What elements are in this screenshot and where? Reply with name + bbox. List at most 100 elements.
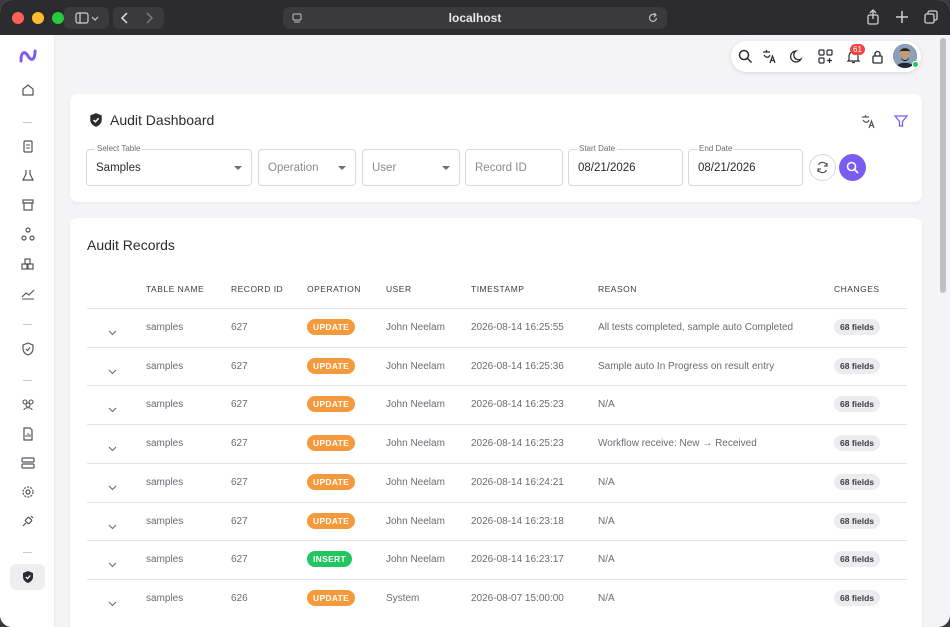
window-controls <box>12 11 64 24</box>
table-row[interactable]: samples 627 UPDATE John Neelam 2026-08-14 16… <box>87 462 907 502</box>
sidebar-toggle-button[interactable] <box>64 7 109 29</box>
card-actions <box>861 114 908 129</box>
user-placeholder: User <box>372 162 397 174</box>
chevron-down-icon[interactable] <box>108 478 117 496</box>
audit-records-card: Audit Records TABLE NAME RECORD ID OPERA… <box>70 218 922 627</box>
sidebar-item-users[interactable] <box>10 391 45 417</box>
start-date-input[interactable]: Start Date 08/21/2026 <box>568 144 683 186</box>
reload-icon[interactable] <box>647 12 659 24</box>
changes-badge[interactable]: 68 fields <box>834 473 881 490</box>
changes-badge[interactable]: 68 fields <box>834 357 881 374</box>
table-name-cell: samples <box>146 476 184 488</box>
end-date-input[interactable]: End Date 08/21/2026 <box>688 144 803 186</box>
table-name-cell: samples <box>146 554 184 566</box>
record-id-input[interactable]: Record ID <box>465 149 563 186</box>
share-icon[interactable] <box>866 9 880 25</box>
translate-icon[interactable] <box>861 114 876 129</box>
user-select[interactable]: User <box>362 149 460 186</box>
user-cell: John Neelam <box>386 554 445 566</box>
table-row[interactable]: samples 627 UPDATE John Neelam 2026-08-14 16… <box>87 424 907 463</box>
sidebar-item-settings[interactable] <box>10 479 45 505</box>
changes-badge[interactable]: 68 fields <box>834 435 881 452</box>
chevron-down-icon[interactable] <box>108 400 117 418</box>
user-cell: John Neelam <box>386 399 445 411</box>
table-row[interactable]: samples 627 UPDATE John Neelam 2026-08-14 16… <box>87 346 907 386</box>
address-bar[interactable]: localhost <box>283 7 667 29</box>
sidebar-item-quality[interactable] <box>10 336 45 362</box>
nodes-icon <box>20 227 35 241</box>
chevron-down-icon[interactable] <box>108 439 117 457</box>
column-header[interactable]: TIMESTAMP <box>471 284 524 294</box>
back-icon[interactable] <box>119 12 139 24</box>
table-row[interactable]: samples 627 UPDATE John Neelam 2026-08-14 16… <box>87 308 907 347</box>
sidebar-item-analytics[interactable] <box>10 280 45 306</box>
reason-cell: Workflow receive: New → Received <box>598 438 757 450</box>
operation-badge: UPDATE <box>307 319 356 335</box>
changes-badge[interactable]: 68 fields <box>834 551 881 568</box>
user-cell: John Neelam <box>386 438 445 450</box>
sidebar-item-home[interactable] <box>10 77 45 103</box>
column-header[interactable]: CHANGES <box>834 284 880 294</box>
table-row[interactable]: samples 627 INSERT John Neelam 2026-08-14 16… <box>87 540 907 579</box>
table-row[interactable]: samples 627 UPDATE John Neelam 2026-08-14 16… <box>87 385 907 424</box>
tabs-overview-icon[interactable] <box>924 9 938 25</box>
sidebar-item-tasks[interactable] <box>10 133 45 159</box>
record-id-cell: 627 <box>231 476 248 488</box>
scrollbar[interactable] <box>940 38 946 293</box>
minimize-window-button[interactable] <box>32 11 44 24</box>
app-logo[interactable] <box>10 43 45 69</box>
theme-toggle-button[interactable] <box>789 48 805 64</box>
site-icon <box>292 13 302 23</box>
apps-button[interactable] <box>817 48 833 64</box>
clipboard-icon <box>22 140 33 153</box>
column-header[interactable]: USER <box>386 284 412 294</box>
reason-cell: N/A <box>598 399 615 411</box>
record-id-cell: 627 <box>231 399 248 411</box>
sidebar-item-inventory[interactable] <box>10 251 45 277</box>
table-row[interactable]: samples 626 UPDATE System 2026-08-07 15:00:0… <box>87 578 907 618</box>
search-button[interactable] <box>839 154 866 181</box>
chevron-down-icon[interactable] <box>108 517 117 535</box>
archive-icon <box>21 199 34 211</box>
table-row[interactable]: samples 627 UPDATE John Neelam 2026-08-14 16… <box>87 501 907 541</box>
column-header[interactable]: OPERATION <box>307 284 361 294</box>
sidebar-item-reports[interactable] <box>10 421 45 447</box>
page-title: Audit Dashboard <box>110 112 215 128</box>
gear-icon <box>21 486 34 498</box>
refresh-button[interactable] <box>809 154 836 181</box>
sidebar-item-audit[interactable] <box>10 564 45 590</box>
chevron-down-icon <box>338 166 346 170</box>
chevron-down-icon[interactable] <box>108 362 117 380</box>
chevron-down-icon[interactable] <box>108 594 117 612</box>
shield-check-icon <box>90 113 102 127</box>
operation-placeholder: Operation <box>268 162 319 174</box>
column-header[interactable]: REASON <box>598 284 637 294</box>
language-button[interactable] <box>761 48 777 64</box>
new-tab-icon[interactable] <box>895 9 909 25</box>
chevron-down-icon[interactable] <box>108 323 117 341</box>
sidebar-item-archive[interactable] <box>10 192 45 218</box>
changes-badge[interactable]: 68 fields <box>834 319 881 335</box>
maximize-window-button[interactable] <box>52 11 64 24</box>
table-name-cell: samples <box>146 592 184 604</box>
table-select[interactable]: Select Table Samples <box>86 144 252 186</box>
forward-icon[interactable] <box>139 12 159 24</box>
operation-select[interactable]: Operation <box>258 149 356 186</box>
search-button[interactable] <box>737 48 753 64</box>
lock-button[interactable] <box>869 48 885 64</box>
filter-icon[interactable] <box>894 114 908 128</box>
start-date-value: 08/21/2026 <box>578 162 636 174</box>
column-header[interactable]: RECORD ID <box>231 284 283 294</box>
sidebar-item-workflow[interactable] <box>10 221 45 247</box>
column-header[interactable]: TABLE NAME <box>146 284 204 294</box>
changes-badge[interactable]: 68 fields <box>834 589 881 606</box>
grid-plus-icon <box>817 48 833 64</box>
changes-badge[interactable]: 68 fields <box>834 512 881 529</box>
sidebar-item-integrations[interactable] <box>10 508 45 534</box>
sidebar-item-storage[interactable] <box>10 450 45 476</box>
close-window-button[interactable] <box>12 11 24 24</box>
changes-badge[interactable]: 68 fields <box>834 396 881 413</box>
chevron-down-icon[interactable] <box>108 555 117 573</box>
sidebar-item-lab[interactable] <box>10 162 45 188</box>
moon-icon <box>789 49 803 63</box>
